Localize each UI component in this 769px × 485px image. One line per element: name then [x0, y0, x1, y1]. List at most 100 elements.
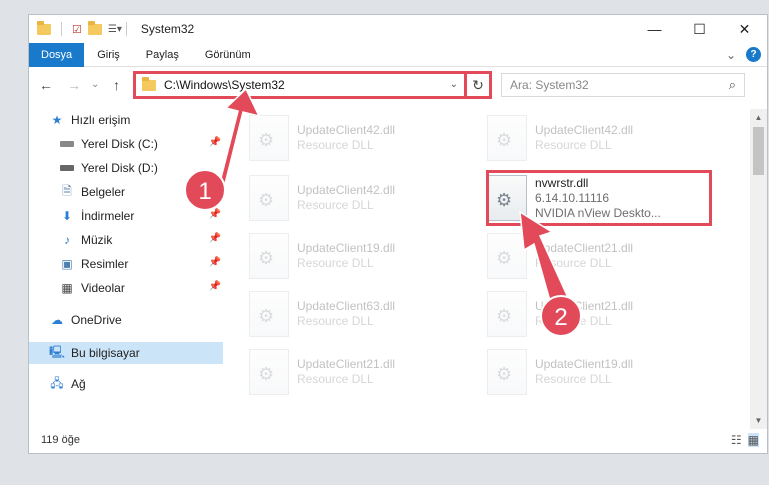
file-name: UpdateClient42.dll	[297, 183, 396, 197]
scroll-thumb[interactable]	[753, 127, 764, 175]
list-item[interactable]: ⚙ UpdateClient63.dll Resource DLL	[249, 287, 479, 341]
pin-icon[interactable]: 📌	[209, 257, 221, 268]
sidebar-item-local-disk-c[interactable]: Yerel Disk (C:) 📌	[29, 133, 223, 155]
scroll-up-icon[interactable]: ▲	[750, 109, 767, 126]
title-bar: ☑ ☰▾ System32 — ☐ ✕	[29, 15, 767, 43]
list-item[interactable]: ⚙ UpdateClient42.dll Resource DLL	[487, 111, 717, 165]
help-icon[interactable]: ?	[746, 47, 761, 62]
customize-toolbar-icon[interactable]: ☰▾	[108, 24, 122, 35]
navigation-bar: ← → ⌄ ↑ C:\Windows\System32 ⌄ ↻ Ara: Sys…	[29, 71, 767, 101]
back-icon[interactable]: ←	[39, 77, 53, 93]
pin-icon[interactable]: 📌	[209, 209, 221, 220]
sidebar-item-label: Müzik	[81, 233, 113, 247]
sidebar-item-downloads[interactable]: ⬇ İndirmeler 📌	[29, 205, 223, 227]
list-item[interactable]: ⚙ UpdateClient21.dll Resource DLL	[249, 345, 479, 399]
file-type: Resource DLL	[535, 138, 612, 152]
file-name: UpdateClient19.dll	[535, 357, 634, 371]
details-view-icon[interactable]: ☷	[731, 433, 742, 447]
recent-locations-icon[interactable]: ⌄	[91, 79, 99, 90]
dll-file-icon: ⚙	[487, 115, 527, 161]
tab-view[interactable]: Görünüm	[192, 43, 264, 67]
sidebar-item-videos[interactable]: ▦ Videolar 📌	[29, 277, 223, 299]
dll-file-icon: ⚙	[249, 233, 289, 279]
file-type: Resource DLL	[297, 314, 374, 328]
sidebar-item-label: Yerel Disk (C:)	[81, 137, 158, 151]
computer-icon: 🖳	[49, 344, 66, 359]
tab-home[interactable]: Giriş	[84, 43, 133, 67]
sidebar-item-label: Videolar	[81, 281, 125, 295]
search-input[interactable]: Ara: System32 ⌕	[501, 73, 745, 97]
video-icon: ▦	[61, 281, 73, 295]
sidebar-item-label: Bu bilgisayar	[71, 346, 140, 360]
list-item[interactable]: ⚙ UpdateClient21.dll Resource DLL	[487, 229, 717, 283]
close-button[interactable]: ✕	[722, 15, 767, 43]
list-item[interactable]: ⚙ UpdateClient21.dll Resource DLL	[487, 287, 717, 341]
large-icons-view-icon[interactable]: ▦	[747, 433, 759, 447]
refresh-button[interactable]: ↻	[466, 71, 492, 99]
sidebar-item-pictures[interactable]: ▣ Resimler 📌	[29, 253, 223, 275]
up-icon[interactable]: ↑	[113, 77, 120, 93]
properties-icon[interactable]: ☑	[72, 23, 82, 36]
sidebar-item-quick-access[interactable]: ★ Hızlı erişim	[29, 109, 223, 131]
sidebar-item-music[interactable]: ♪ Müzik 📌	[29, 229, 223, 251]
chevron-down-icon[interactable]: ⌄	[450, 79, 458, 90]
sidebar-item-label: Yerel Disk (D:)	[81, 161, 158, 175]
cloud-icon: ☁	[51, 313, 63, 327]
address-bar[interactable]: C:\Windows\System32 ⌄	[133, 71, 467, 99]
file-type: Resource DLL	[535, 314, 612, 328]
sidebar-item-label: İndirmeler	[81, 209, 135, 223]
minimize-button[interactable]: —	[632, 15, 677, 43]
file-list: ⚙ UpdateClient42.dll Resource DLL ⚙ Updat…	[239, 109, 739, 429]
network-icon: 🖧	[50, 375, 64, 390]
file-type: Resource DLL	[297, 138, 374, 152]
sidebar-item-this-pc[interactable]: 🖳 Bu bilgisayar	[29, 342, 223, 364]
view-toggle: ☷ ▦	[731, 433, 759, 447]
sidebar-item-label: Ağ	[71, 377, 86, 391]
star-icon: ★	[51, 113, 63, 127]
sidebar-item-local-disk-d[interactable]: Yerel Disk (D:)	[29, 157, 223, 179]
dll-file-icon: ⚙	[487, 349, 527, 395]
pin-icon[interactable]: 📌	[209, 281, 221, 292]
vertical-scrollbar[interactable]: ▲ ▼	[750, 109, 767, 429]
list-item[interactable]: ⚙ UpdateClient42.dll Resource DLL	[249, 171, 479, 225]
list-item[interactable]: ⚙ UpdateClient42.dll Resource DLL	[249, 111, 479, 165]
forward-icon[interactable]: →	[67, 77, 81, 93]
ribbon-controls: ⌄ ?	[726, 47, 761, 62]
window-controls: — ☐ ✕	[632, 15, 767, 43]
pin-icon[interactable]: 📌	[209, 137, 221, 148]
item-count: 119 öğe	[41, 434, 80, 446]
expand-ribbon-icon[interactable]: ⌄	[726, 48, 736, 62]
file-name: UpdateClient21.dll	[535, 241, 634, 255]
highlight-box	[486, 170, 712, 226]
list-item[interactable]: ⚙ UpdateClient19.dll Resource DLL	[249, 229, 479, 283]
quick-access-toolbar: ☑ ☰▾	[29, 20, 122, 36]
dll-file-icon: ⚙	[249, 291, 289, 337]
search-icon[interactable]: ⌕	[729, 77, 736, 93]
drive-icon	[59, 137, 75, 151]
sidebar-item-onedrive[interactable]: ☁ OneDrive	[29, 309, 223, 331]
address-path[interactable]: C:\Windows\System32	[164, 78, 285, 92]
new-folder-icon[interactable]	[87, 20, 102, 35]
search-placeholder: Ara: System32	[510, 78, 589, 92]
sidebar-item-network[interactable]: 🖧 Ağ	[29, 373, 223, 395]
pin-icon[interactable]: 📌	[209, 233, 221, 244]
file-name: UpdateClient63.dll	[297, 299, 396, 313]
file-name: UpdateClient42.dll	[297, 123, 396, 137]
download-icon: ⬇	[61, 209, 73, 223]
file-type: Resource DLL	[535, 256, 612, 270]
sidebar-item-label: Belgeler	[81, 185, 126, 199]
ribbon-tabs: Dosya Giriş Paylaş Görünüm ⌄ ?	[29, 42, 767, 67]
sidebar-item-documents[interactable]: 🗎 Belgeler	[29, 181, 223, 203]
dll-file-icon: ⚙	[249, 349, 289, 395]
tab-share[interactable]: Paylaş	[133, 43, 192, 67]
list-item[interactable]: ⚙ UpdateClient19.dll Resource DLL	[487, 345, 717, 399]
tab-file[interactable]: Dosya	[29, 42, 85, 67]
divider	[61, 22, 62, 36]
status-bar: 119 öğe ☷ ▦	[29, 427, 767, 453]
maximize-button[interactable]: ☐	[677, 15, 722, 43]
music-icon: ♪	[64, 233, 70, 247]
file-type: Resource DLL	[535, 372, 612, 386]
dll-file-icon: ⚙	[249, 115, 289, 161]
file-type: Resource DLL	[297, 256, 374, 270]
window-title: System32	[140, 22, 195, 36]
